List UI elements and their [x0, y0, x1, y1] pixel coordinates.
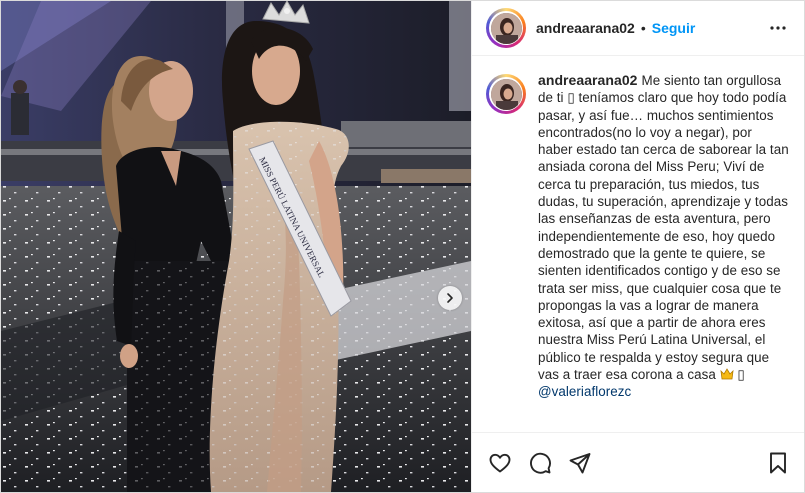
comment-icon: [530, 452, 551, 474]
caption-emoji-placeholder: ▯: [733, 367, 745, 383]
separator-dot: •: [640, 20, 646, 36]
more-options-button[interactable]: [766, 16, 790, 40]
post-header: andreaarana02 • Seguir: [472, 1, 804, 56]
chevron-right-icon: [447, 293, 453, 303]
caption-avatar[interactable]: [486, 74, 526, 114]
heart-icon: [489, 453, 511, 472]
paper-plane-icon: [569, 452, 591, 473]
post-photo[interactable]: MISS PERÚ LATINA UNIVERSAL: [1, 1, 471, 492]
like-button[interactable]: [488, 451, 512, 475]
crown-emoji-icon: [720, 368, 734, 380]
save-button[interactable]: [766, 451, 790, 475]
instagram-post: MISS PERÚ LATINA UNIVERSAL andreaarana02…: [0, 0, 805, 493]
action-bar: [472, 432, 804, 492]
share-button[interactable]: [568, 451, 592, 475]
avatar[interactable]: [486, 8, 526, 48]
caption-body: Me siento tan orgullosa de ti ▯ teníamos…: [538, 73, 789, 383]
caption-username[interactable]: andreaarana02: [538, 72, 638, 88]
next-photo-button[interactable]: [438, 286, 462, 310]
caption-text: andreaarana02 Me siento tan orgullosa de …: [538, 72, 790, 401]
post-side-panel: andreaarana02 • Seguir andreaarana02 Me …: [471, 1, 804, 492]
post-photo-illustration: MISS PERÚ LATINA UNIVERSAL: [1, 1, 471, 492]
more-horizontal-icon: [770, 26, 786, 30]
caption: andreaarana02 Me siento tan orgullosa de …: [486, 72, 790, 401]
comment-button[interactable]: [528, 451, 552, 475]
header-username[interactable]: andreaarana02: [536, 20, 635, 36]
bookmark-icon: [770, 452, 786, 473]
follow-button[interactable]: Seguir: [652, 20, 696, 36]
mention-link[interactable]: @valeriaflorezc: [538, 384, 631, 399]
avatar-image: [490, 12, 522, 44]
comments-area: andreaarana02 Me siento tan orgullosa de …: [472, 56, 804, 432]
